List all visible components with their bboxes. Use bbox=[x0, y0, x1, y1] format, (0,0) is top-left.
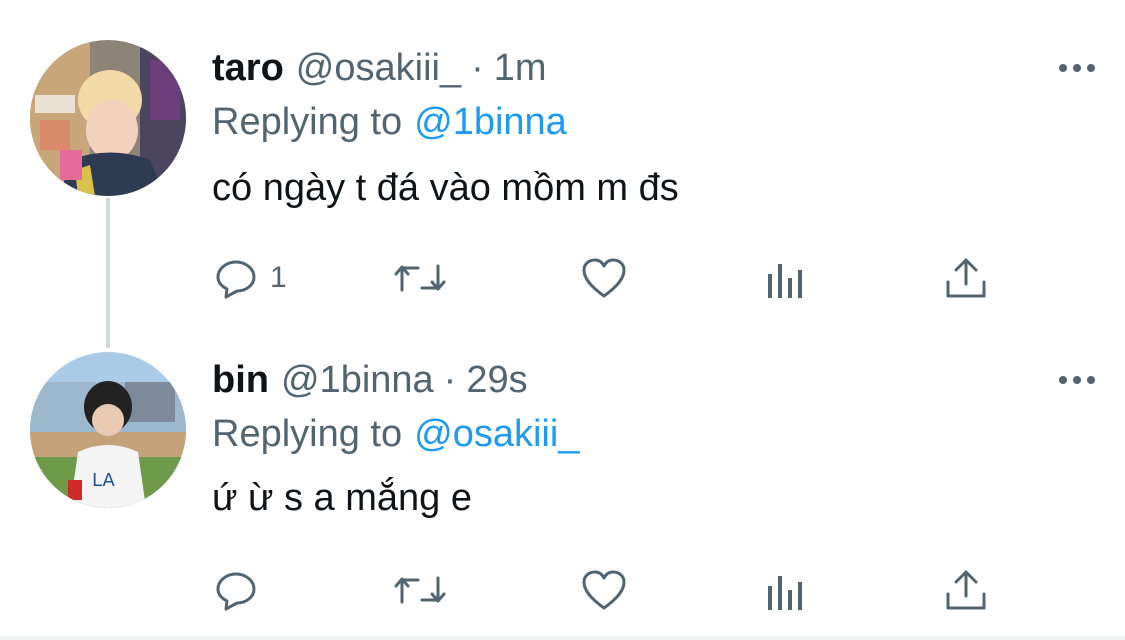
user-handle[interactable]: @osakiii_ bbox=[296, 47, 461, 90]
replying-to-label: Replying to bbox=[212, 412, 403, 455]
reply-icon bbox=[216, 260, 256, 299]
more-icon[interactable] bbox=[1045, 48, 1109, 88]
separator-dot: · bbox=[443, 358, 457, 401]
like-icon bbox=[582, 258, 626, 298]
retweet-button[interactable] bbox=[390, 564, 450, 616]
more-icon[interactable] bbox=[1045, 360, 1109, 400]
retweet-icon bbox=[394, 576, 446, 604]
tweet-header: bin @1binna · 29s bbox=[212, 354, 1085, 406]
tweet-text: ứ ừ s a mắng e bbox=[212, 476, 472, 519]
tweet-text: có ngày t đá vào mồm m đs bbox=[212, 166, 679, 209]
like-button[interactable] bbox=[580, 252, 628, 304]
analytics-button[interactable] bbox=[764, 252, 808, 304]
reply-button[interactable] bbox=[212, 564, 270, 616]
replying-to: Replying to @osakiii_ bbox=[212, 406, 1085, 462]
user-handle[interactable]: @1binna bbox=[281, 359, 434, 402]
reply-button[interactable]: 1 bbox=[212, 252, 287, 304]
tweet-header: taro @osakiii_ · 1m bbox=[212, 42, 1085, 94]
avatar[interactable]: LA bbox=[30, 352, 186, 508]
analytics-icon bbox=[768, 576, 802, 610]
analytics-button[interactable] bbox=[764, 564, 808, 616]
reply-icon bbox=[216, 572, 256, 611]
replying-to-handle[interactable]: @1binna bbox=[414, 101, 567, 144]
divider bbox=[0, 636, 1125, 640]
retweet-button[interactable] bbox=[390, 252, 450, 304]
replying-to-label: Replying to bbox=[212, 100, 403, 143]
analytics-icon bbox=[768, 264, 802, 298]
retweet-icon bbox=[394, 264, 446, 292]
share-icon bbox=[946, 570, 986, 610]
timestamp[interactable]: 29s bbox=[466, 359, 527, 402]
tweet-actions bbox=[212, 564, 1012, 616]
avatar[interactable] bbox=[30, 40, 186, 196]
thread-connector-line bbox=[106, 198, 110, 348]
replying-to: Replying to @1binna bbox=[212, 94, 1085, 150]
display-name[interactable]: taro bbox=[212, 47, 284, 90]
reply-count: 1 bbox=[270, 261, 287, 294]
timestamp[interactable]: 1m bbox=[494, 47, 547, 90]
like-button[interactable] bbox=[580, 564, 628, 616]
svg-text:LA: LA bbox=[92, 470, 115, 491]
separator-dot: · bbox=[471, 46, 484, 89]
display-name[interactable]: bin bbox=[212, 359, 269, 402]
share-button[interactable] bbox=[942, 564, 990, 616]
like-icon bbox=[582, 570, 626, 610]
share-button[interactable] bbox=[942, 252, 990, 304]
share-icon bbox=[946, 258, 986, 298]
replying-to-handle[interactable]: @osakiii_ bbox=[414, 413, 579, 456]
tweet-actions: 1 bbox=[212, 252, 1012, 304]
